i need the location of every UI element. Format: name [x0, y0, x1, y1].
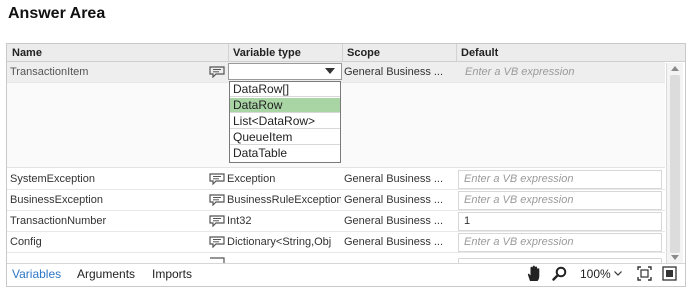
- column-header-scope[interactable]: Scope: [342, 44, 456, 62]
- scroll-down-icon[interactable]: [671, 255, 679, 260]
- vertical-scrollbar[interactable]: [666, 63, 683, 263]
- variable-scope[interactable]: General Business ...: [344, 169, 454, 190]
- dropdown-option-list-datarow[interactable]: List<DataRow>: [230, 114, 340, 129]
- chevron-down-icon[interactable]: [614, 271, 622, 276]
- fit-to-screen-icon[interactable]: [637, 266, 652, 281]
- annotation-icon[interactable]: [209, 66, 225, 78]
- column-divider: [228, 44, 229, 62]
- variable-name[interactable]: TransactionItem: [7, 62, 207, 83]
- annotation-icon[interactable]: [209, 236, 225, 248]
- hand-pan-icon[interactable]: [526, 265, 542, 282]
- dropdown-option-datarow[interactable]: DataRow: [230, 98, 340, 113]
- column-divider: [342, 44, 343, 62]
- default-expression-field[interactable]: Enter a VB expression: [458, 170, 662, 189]
- default-expression-field[interactable]: Enter a VB expression: [458, 233, 662, 252]
- variable-type-combobox-value: [231, 62, 311, 83]
- variable-type[interactable]: Dictionary<String,Obj: [227, 232, 341, 253]
- column-header-name[interactable]: Name: [7, 44, 228, 62]
- variable-row-partial[interactable]: [7, 254, 665, 263]
- chevron-down-icon[interactable]: [325, 68, 335, 75]
- default-expression-field[interactable]: Enter a VB expression: [458, 191, 662, 210]
- variable-scope[interactable]: General Business ...: [344, 232, 454, 253]
- default-expression-field[interactable]: Enter a VB expression: [465, 62, 660, 83]
- overview-icon[interactable]: [662, 266, 677, 281]
- column-divider: [456, 44, 457, 62]
- column-header-default[interactable]: Default: [456, 44, 666, 62]
- variable-type-combobox[interactable]: [228, 63, 342, 80]
- variable-scope[interactable]: General Business ...: [344, 190, 454, 211]
- scroll-up-icon[interactable]: [671, 66, 679, 71]
- dropdown-option-datatable[interactable]: DataTable: [230, 146, 340, 161]
- annotation-icon[interactable]: [209, 215, 225, 227]
- variable-type[interactable]: Exception: [227, 169, 341, 190]
- tab-imports[interactable]: Imports: [152, 266, 192, 282]
- variable-name[interactable]: SystemException: [7, 169, 207, 190]
- tab-variables[interactable]: Variables: [12, 266, 61, 282]
- annotation-icon[interactable]: [209, 194, 225, 206]
- dropdown-option-datarow-array[interactable]: DataRow[]: [230, 82, 340, 97]
- column-header-variable-type[interactable]: Variable type: [228, 44, 342, 62]
- answer-area-heading: Answer Area: [8, 5, 106, 22]
- variable-scope[interactable]: General Business ...: [344, 62, 454, 83]
- zoom-level[interactable]: 100%: [580, 266, 611, 282]
- scrollbar-thumb[interactable]: [670, 75, 680, 253]
- annotation-icon[interactable]: [209, 173, 225, 185]
- tab-arguments[interactable]: Arguments: [77, 266, 135, 282]
- variable-type[interactable]: BusinessRuleException: [227, 190, 341, 211]
- default-expression-field[interactable]: 1: [458, 212, 662, 231]
- variable-scope[interactable]: General Business ...: [344, 211, 454, 232]
- variable-name[interactable]: Config: [7, 232, 207, 253]
- dropdown-option-queueitem[interactable]: QueueItem: [230, 130, 340, 145]
- variable-name[interactable]: BusinessException: [7, 190, 207, 211]
- search-zoom-icon[interactable]: [552, 266, 567, 281]
- variable-type[interactable]: Int32: [227, 211, 341, 232]
- variable-name[interactable]: TransactionNumber: [7, 211, 207, 232]
